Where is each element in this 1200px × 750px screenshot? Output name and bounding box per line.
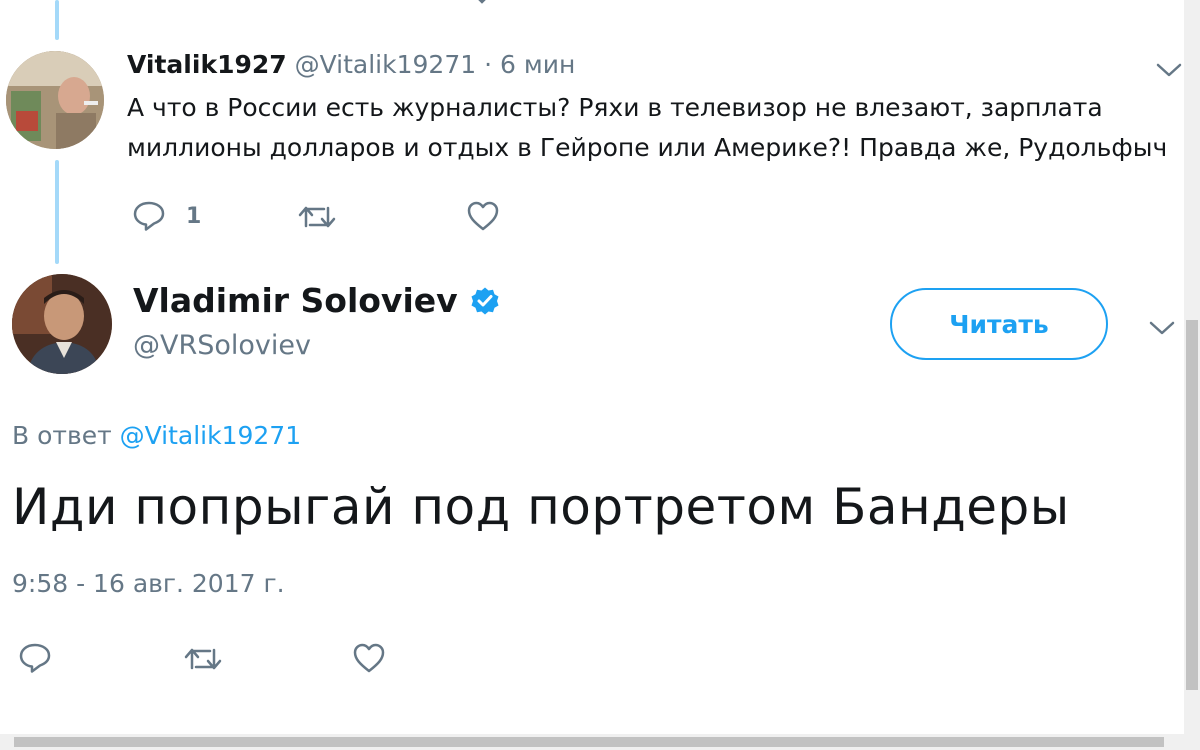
reply-tweet-text: А что в России есть журналисты? Ряхи в т… [127, 93, 1168, 162]
reply-to-line: В ответ @Vitalik19271 [12, 421, 301, 450]
reply-time[interactable]: 6 мин [500, 50, 575, 79]
main-author[interactable]: Vladimir Soloviev [133, 281, 500, 320]
chevron-down-icon[interactable] [1148, 318, 1176, 338]
reply-separator: · [484, 50, 493, 79]
reply-to-prefix: В ответ [12, 421, 112, 450]
previous-tweet-actions-cut [0, 0, 1180, 10]
vertical-scrollbar-thumb[interactable] [1186, 320, 1198, 690]
thread-line-bottom [55, 160, 59, 264]
reply-to-mention[interactable]: @Vitalik19271 [120, 421, 302, 450]
main-display-name[interactable]: Vladimir Soloviev [133, 281, 458, 320]
reply-handle[interactable]: @Vitalik19271 [295, 50, 477, 79]
retweet-icon [184, 648, 222, 670]
reply-icon [133, 201, 165, 231]
main-tweet-text: Иди попрыгай под портретом Бандеры [12, 478, 1070, 536]
tweet-timestamp[interactable]: 9:58 - 16 авг. 2017 г. [12, 569, 285, 598]
avatar-soloviev[interactable] [12, 274, 112, 374]
main-reply-action[interactable] [18, 642, 52, 674]
reply-count: 1 [186, 203, 202, 229]
main-retweet-action[interactable] [183, 644, 223, 674]
main-like-action[interactable] [352, 642, 386, 674]
main-handle[interactable]: @VRSoloviev [133, 330, 311, 361]
horizontal-scrollbar-thumb[interactable] [14, 737, 1164, 747]
reply-display-name[interactable]: Vitalik1927 [127, 50, 287, 79]
reply-action[interactable]: 1 [132, 200, 201, 232]
avatar-vitalik[interactable] [6, 51, 104, 149]
follow-button[interactable]: Читать [890, 288, 1108, 360]
like-action[interactable] [466, 200, 500, 232]
reply-header: Vitalik1927 @Vitalik19271 · 6 мин [127, 50, 575, 79]
like-icon [467, 201, 499, 231]
like-icon [353, 643, 385, 673]
retweet-icon [298, 206, 336, 228]
verified-badge-icon [470, 286, 500, 316]
retweet-action[interactable] [297, 202, 337, 232]
chevron-down-icon[interactable] [1155, 60, 1183, 80]
reply-icon [19, 643, 51, 673]
